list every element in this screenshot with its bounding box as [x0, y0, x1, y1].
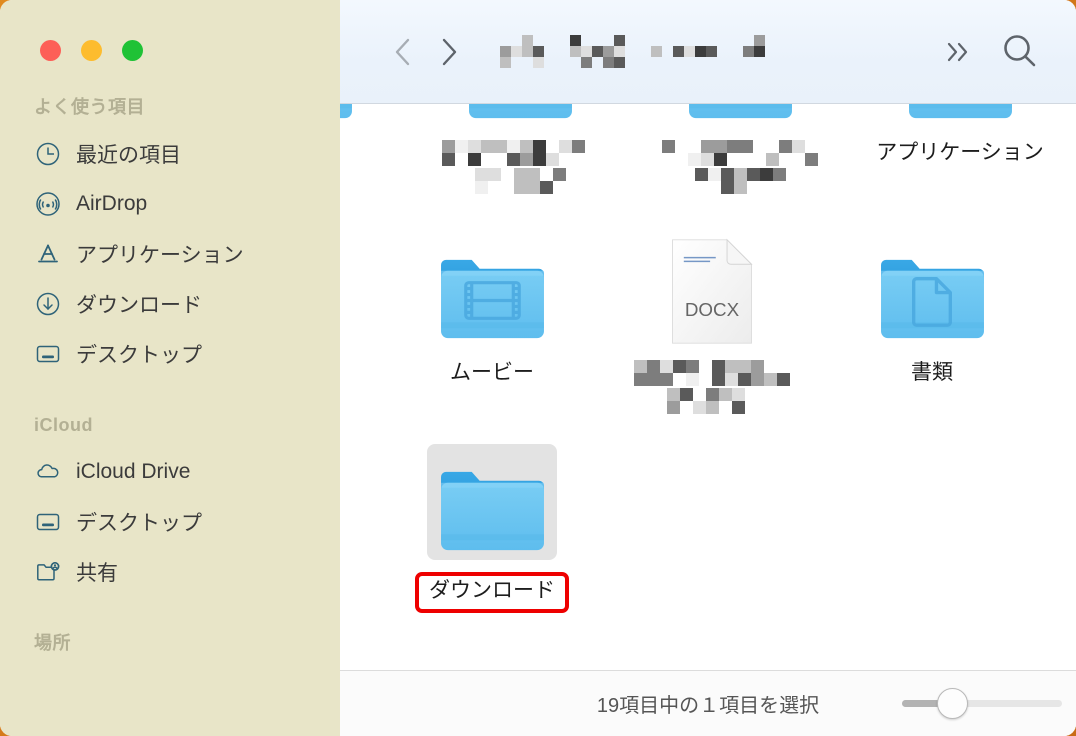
redacted-path-segment — [743, 35, 765, 69]
redacted-path-segment — [651, 35, 717, 69]
sidebar-item-applications[interactable]: アプリケーション — [0, 229, 340, 279]
desktop-icon — [34, 508, 62, 536]
icon-size-slider[interactable] — [902, 687, 1062, 721]
docx-icon[interactable]: DOCX — [647, 232, 777, 348]
search-icon[interactable] — [998, 30, 1042, 74]
file-name-redacted — [442, 140, 598, 194]
sidebar-item-airdrop[interactable]: AirDrop — [0, 179, 340, 229]
folder-movies-icon[interactable] — [427, 232, 557, 348]
sidebar-item-recents[interactable]: 最近の項目 — [0, 129, 340, 179]
file-item-partial[interactable]: ー — [340, 104, 410, 194]
folder-blue-icon[interactable] — [340, 104, 365, 128]
sidebar-item-label: アプリケーション — [76, 244, 244, 267]
cloud-icon — [34, 458, 62, 486]
redacted-path-segment — [570, 35, 625, 69]
redacted-path-segment — [500, 35, 544, 69]
folder-documents-icon[interactable] — [867, 232, 997, 348]
sidebar-item-desktop[interactable]: デスクトップ — [0, 329, 340, 379]
sidebar-section-locations: 場所 — [0, 623, 340, 665]
file-name: ムービー — [450, 361, 534, 384]
file-item-documents[interactable]: 書類 — [822, 232, 1042, 414]
forward-button[interactable] — [426, 30, 470, 74]
file-item-redacted-1[interactable] — [410, 104, 630, 194]
folder-blue-icon[interactable] — [455, 104, 585, 128]
maximize-button[interactable] — [122, 40, 143, 61]
status-bar: 19項目中の１項目を選択 — [340, 670, 1076, 736]
content-area: ー アプリケーションムービー DOCX 書類ダウンロード 19項目中の１項目を選択 — [340, 0, 1076, 736]
sidebar-header-locations: 場所 — [34, 633, 71, 653]
sidebar-header-favorites: よく使う項目 — [34, 97, 145, 117]
file-grid-row: ムービー DOCX 書類 — [382, 232, 1076, 414]
file-name-redacted — [634, 360, 790, 414]
close-button[interactable] — [40, 40, 61, 61]
file-name-redacted — [662, 140, 818, 194]
sidebar-item-label: iCloud Drive — [76, 460, 191, 483]
sidebar-header-icloud: iCloud — [34, 415, 93, 435]
file-grid-row: ー アプリケーション — [340, 104, 1076, 194]
file-grid: ー アプリケーションムービー DOCX 書類ダウンロード — [340, 104, 1076, 670]
finder-window: よく使う項目 最近の項目 AirDrop アプリケーション ダウンロード デスク… — [0, 0, 1076, 736]
shared-folder-icon — [34, 558, 62, 586]
applications-icon — [34, 240, 62, 268]
toolbar — [340, 0, 1076, 104]
file-item-docx[interactable]: DOCX — [602, 232, 822, 414]
sidebar-item-label: 共有 — [76, 562, 118, 585]
sidebar: よく使う項目 最近の項目 AirDrop アプリケーション ダウンロード デスク… — [0, 0, 340, 736]
sidebar-section-favorites: よく使う項目 最近の項目 AirDrop アプリケーション ダウンロード デスク… — [0, 87, 340, 379]
download-icon — [34, 290, 62, 318]
slider-knob[interactable] — [937, 688, 969, 719]
folder-blue-icon[interactable] — [895, 104, 1025, 128]
path-title-redacted[interactable] — [500, 35, 765, 69]
sidebar-item-downloads[interactable]: ダウンロード — [0, 279, 340, 329]
file-item-downloads[interactable]: ダウンロード — [382, 444, 602, 613]
folder-blue-icon[interactable] — [675, 104, 805, 128]
sidebar-item-label: 最近の項目 — [76, 144, 181, 167]
file-item-movies[interactable]: ムービー — [382, 232, 602, 414]
sidebar-section-icloud: iCloud iCloud Drive デスクトップ 共有 — [0, 405, 340, 597]
sidebar-item-shared[interactable]: 共有 — [0, 547, 340, 597]
overflow-chevron-icon[interactable] — [936, 30, 980, 74]
sidebar-item-icloud-drive[interactable]: iCloud Drive — [0, 447, 340, 497]
clock-icon — [34, 140, 62, 168]
file-item-redacted-2[interactable] — [630, 104, 850, 194]
folder-plain-icon[interactable] — [427, 444, 557, 560]
window-controls — [0, 0, 340, 61]
airdrop-icon — [34, 190, 62, 218]
status-text: 19項目中の１項目を選択 — [596, 695, 820, 717]
file-name: アプリケーション — [876, 141, 1044, 164]
sidebar-item-label: ダウンロード — [76, 294, 202, 317]
file-name-annotated: ダウンロード — [415, 572, 569, 613]
desktop-icon — [34, 340, 62, 368]
file-name: 書類 — [911, 361, 953, 384]
file-grid-row: ダウンロード — [382, 444, 1076, 613]
sidebar-item-label: デスクトップ — [76, 344, 202, 367]
minimize-button[interactable] — [81, 40, 102, 61]
file-item-applications[interactable]: アプリケーション — [850, 104, 1070, 194]
sidebar-item-label: デスクトップ — [76, 512, 202, 535]
sidebar-item-icloud-desktop[interactable]: デスクトップ — [0, 497, 340, 547]
svg-text:DOCX: DOCX — [685, 299, 740, 320]
back-button[interactable] — [382, 30, 426, 74]
sidebar-item-label: AirDrop — [76, 192, 148, 215]
